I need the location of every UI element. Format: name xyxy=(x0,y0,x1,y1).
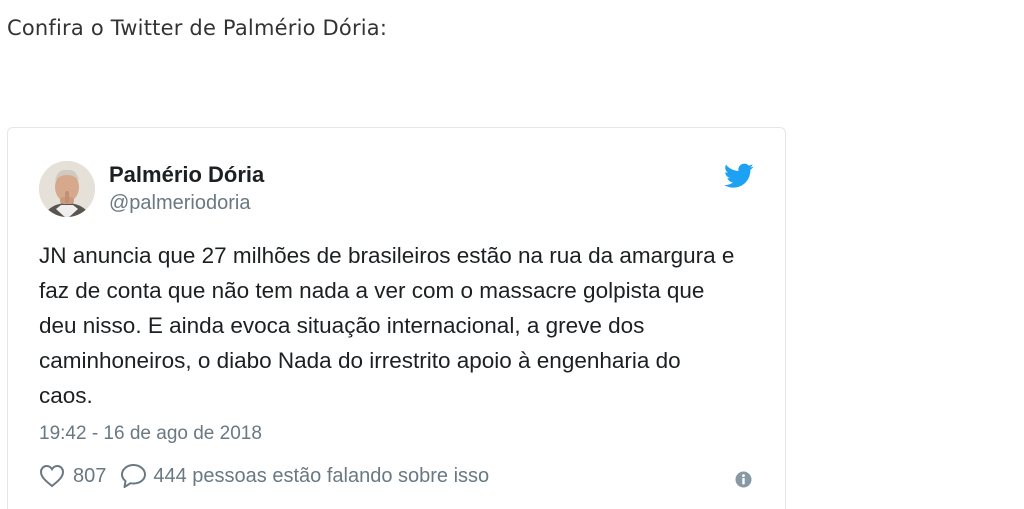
like-button[interactable]: 807 xyxy=(39,464,120,488)
heart-icon xyxy=(39,464,65,488)
info-icon[interactable] xyxy=(735,471,752,488)
avatar[interactable] xyxy=(39,161,95,217)
author-handle[interactable]: @palmeriodoria xyxy=(109,192,250,215)
speech-bubble-icon xyxy=(120,463,147,489)
author-name[interactable]: Palmério Dória xyxy=(109,162,264,188)
tweet-text: JN anuncia que 27 milhões de brasileiros… xyxy=(39,243,735,408)
tweet-timestamp[interactable]: 19:42 - 16 de ago de 2018 xyxy=(39,423,262,445)
like-count: 807 xyxy=(73,464,107,487)
embedded-tweet: Palmério Dória @palmeriodoria JN anuncia… xyxy=(7,127,786,509)
intro-text: Confira o Twitter de Palmério Dória: xyxy=(7,16,388,40)
tweet-actions: 807 444 pessoas estão falando sobre isso xyxy=(39,462,489,490)
twitter-bird-icon[interactable] xyxy=(724,163,754,189)
conversation-count: 444 pessoas estão falando sobre isso xyxy=(153,464,490,487)
reply-button[interactable]: 444 pessoas estão falando sobre isso xyxy=(120,463,489,489)
